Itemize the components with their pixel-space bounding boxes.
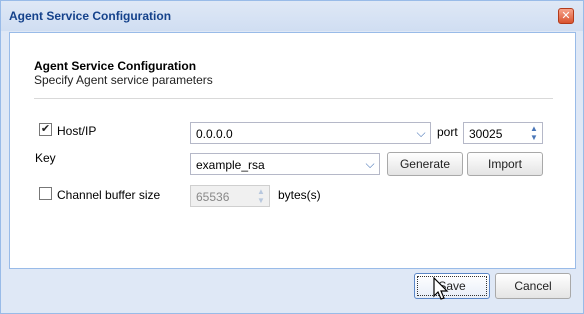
buffer-value: 65536 (196, 190, 230, 204)
section-title: Agent Service Configuration (34, 59, 197, 73)
port-label: port (437, 125, 458, 139)
window-title: Agent Service Configuration (9, 9, 172, 23)
buffer-unit-label: bytes(s) (278, 188, 321, 202)
port-value: 30025 (469, 127, 503, 141)
dialog-window: Agent Service Configuration ✕ Agent Serv… (0, 0, 584, 314)
save-button[interactable]: Save (414, 273, 490, 299)
cancel-button[interactable]: Cancel (495, 273, 571, 299)
header-divider (34, 98, 553, 99)
checkmark-icon: ✔ (40, 123, 51, 135)
buffer-spin-buttons[interactable]: ▲ ▼ (254, 187, 268, 205)
key-label: Key (35, 151, 56, 165)
spin-up-icon[interactable]: ▲ (254, 187, 268, 196)
spin-down-icon[interactable]: ▼ (527, 133, 541, 142)
spin-down-icon[interactable]: ▼ (254, 196, 268, 205)
close-icon[interactable]: ✕ (558, 8, 574, 24)
buffer-checkbox[interactable] (39, 187, 52, 200)
dialog-footer: Save Cancel (1, 269, 583, 313)
key-value: example_rsa (196, 158, 265, 172)
port-spinner[interactable]: 30025 ▲ ▼ (463, 122, 543, 144)
section-subtitle: Specify Agent service parameters (34, 73, 213, 87)
title-bar[interactable]: Agent Service Configuration ✕ (1, 1, 583, 31)
spin-up-icon[interactable]: ▲ (527, 124, 541, 133)
chevron-down-icon[interactable]: ⌵ (361, 154, 379, 174)
buffer-size-spinner[interactable]: 65536 ▲ ▼ (190, 185, 270, 207)
buffer-label: Channel buffer size (57, 188, 161, 202)
host-value: 0.0.0.0 (196, 127, 233, 141)
mouse-pointer-icon (433, 277, 449, 300)
host-label: Host/IP (57, 124, 97, 138)
chevron-down-icon[interactable]: ⌵ (412, 123, 430, 143)
key-combo[interactable]: example_rsa ⌵ (190, 153, 380, 175)
port-spin-buttons[interactable]: ▲ ▼ (527, 124, 541, 142)
host-combo[interactable]: 0.0.0.0 ⌵ (190, 122, 431, 144)
generate-button[interactable]: Generate (387, 152, 463, 176)
dialog-body: Agent Service Configuration Specify Agen… (9, 32, 576, 269)
import-button[interactable]: Import (467, 152, 543, 176)
host-checkbox[interactable]: ✔ (39, 123, 52, 136)
